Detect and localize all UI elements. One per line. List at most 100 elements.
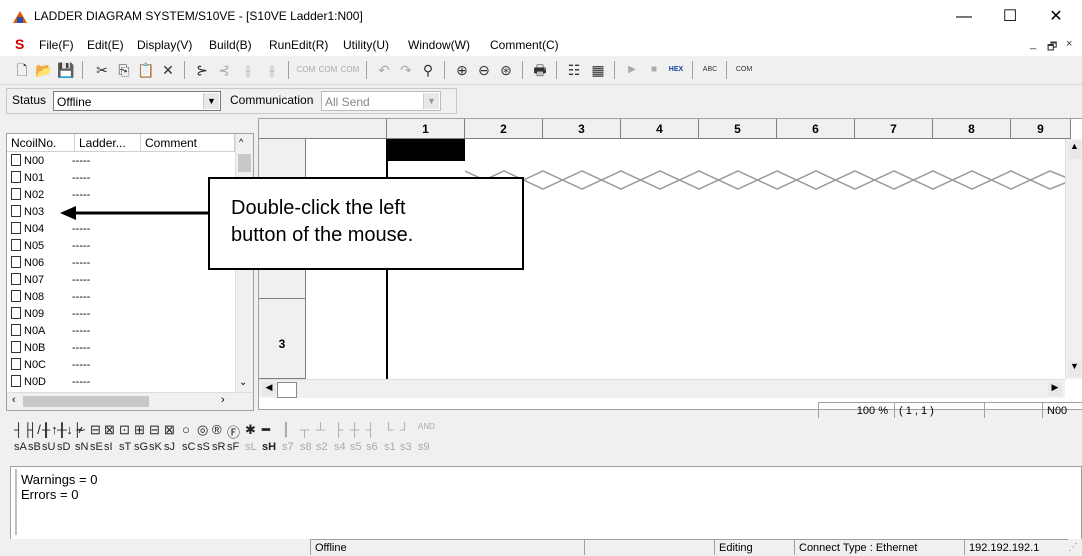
col-header-comment[interactable]: Comment (141, 134, 235, 152)
coil-list-item[interactable]: N00 ----- (11, 154, 90, 169)
mdi-minimize-button[interactable]: _ (1030, 38, 1036, 50)
mdi-system-icon[interactable]: S (15, 36, 24, 52)
chevron-down-icon[interactable]: ▼ (203, 93, 219, 109)
scroll-thumb (277, 382, 297, 398)
palette-symbol-icon[interactable]: ◎ (197, 422, 208, 438)
communication-select[interactable]: All Send ▼ (321, 91, 441, 111)
palette-symbol-icon[interactable]: ✱ (245, 422, 256, 438)
coil-list-item[interactable]: N05 ----- (11, 239, 90, 254)
palette-symbol-icon[interactable]: ⊠ (164, 422, 175, 438)
palette-symbol-icon[interactable]: ⊡ (119, 422, 130, 438)
coil-number: N0B (24, 342, 46, 354)
coil-list-item[interactable]: N06 ----- (11, 256, 90, 271)
hex-icon[interactable]: HEX (666, 60, 686, 80)
calendar-icon[interactable]: ▦ (588, 60, 608, 80)
close-button[interactable]: ✕ (1039, 6, 1073, 28)
ladder-horizontal-scrollbar[interactable]: ◀ ▶ (259, 379, 1065, 398)
rung-number[interactable]: 3 (259, 299, 305, 379)
mdi-restore-button[interactable]: 🗗 (1047, 38, 1057, 57)
coil-list-item[interactable]: N01 ----- (11, 171, 90, 186)
palette-symbol-icon[interactable]: ® (212, 422, 222, 437)
open-folder-icon[interactable]: 📂 (34, 60, 54, 80)
palette-symbol-icon[interactable]: AND (418, 422, 435, 431)
maximize-button[interactable]: ☐ (993, 6, 1027, 28)
palette-shortcut-label: sU (42, 441, 56, 453)
mdi-close-button[interactable]: × (1066, 38, 1072, 50)
coil-tool-icon[interactable]: ⫳ (262, 60, 282, 80)
copy-icon[interactable]: ⎘ (114, 60, 134, 80)
paste-icon[interactable]: 📋 (136, 60, 156, 80)
zoom-out-icon[interactable]: ⊖ (474, 60, 494, 80)
cut-icon[interactable]: ✂ (92, 60, 112, 80)
ladder-vertical-scrollbar[interactable]: ▲ ▼ (1065, 139, 1082, 379)
menu-edit[interactable]: Edit(E) (87, 38, 124, 52)
resize-grip-icon[interactable]: ⋰ (1068, 542, 1078, 553)
com-tool-icon-1[interactable]: COM (296, 60, 316, 80)
palette-symbol-icon[interactable]: ┼ (350, 422, 359, 437)
coil-list-item[interactable]: N02 ----- (11, 188, 90, 203)
run-icon[interactable]: ▶ (622, 60, 642, 80)
coil-list-item[interactable]: N0D ----- (11, 375, 90, 390)
com-icon[interactable]: COM (734, 60, 754, 80)
zoom-in-icon[interactable]: ⊕ (452, 60, 472, 80)
cursor-cell[interactable] (387, 139, 465, 161)
coil-number: N0C (24, 359, 47, 371)
menu-file[interactable]: File(F) (39, 38, 74, 52)
palette-symbol-icon[interactable]: ┤ (366, 422, 375, 437)
menu-build[interactable]: Build(B) (209, 38, 252, 52)
palette-symbol-icon[interactable]: Ⓕ (227, 422, 240, 441)
palette-symbol-icon[interactable]: ┃ (282, 422, 290, 438)
search-replace-icon[interactable]: ⚲ (418, 60, 438, 80)
coil-ladder-status: ----- (72, 325, 91, 337)
print-icon[interactable]: 🖶 (530, 60, 550, 80)
coil-list-item[interactable]: N04 ----- (11, 222, 90, 237)
insert-col-icon[interactable]: ⊰ (214, 60, 234, 80)
menu-window[interactable]: Window(W) (408, 38, 470, 52)
palette-symbol-icon[interactable]: ⊟ (149, 422, 160, 438)
stack-icon[interactable]: ☷ (564, 60, 584, 80)
coil-list-item[interactable]: N07 ----- (11, 273, 90, 288)
save-icon[interactable]: 💾 (56, 60, 76, 80)
minimize-button[interactable]: — (947, 6, 981, 28)
coil-ladder-status: ----- (72, 291, 91, 303)
coil-number: N02 (24, 189, 45, 201)
coil-list-item[interactable]: N08 ----- (11, 290, 90, 305)
col-header-ladder[interactable]: Ladder... (75, 134, 141, 152)
palette-symbol-icon[interactable]: ⊞ (134, 422, 145, 438)
status-select[interactable]: Offline ▼ (53, 91, 221, 111)
warnings-count: Warnings = 0 (21, 472, 98, 487)
palette-symbol-icon[interactable]: ≁ (75, 422, 86, 438)
zoom-fit-icon[interactable]: ⊛ (496, 60, 516, 80)
delete-icon[interactable]: ✕ (158, 60, 178, 80)
column-number: 2 (465, 119, 543, 139)
palette-symbol-icon[interactable]: ├ (334, 422, 343, 437)
coil-list-item[interactable]: N09 ----- (11, 307, 90, 322)
undo-icon[interactable]: ↶ (374, 60, 394, 80)
menu-runedit[interactable]: RunEdit(R) (269, 38, 328, 52)
palette-symbol-icon[interactable]: ┘ (400, 422, 409, 437)
palette-symbol-icon[interactable]: ┴ (316, 422, 325, 437)
stop-icon[interactable]: ■ (644, 60, 664, 80)
coil-list-item[interactable]: N0A ----- (11, 324, 90, 339)
insert-row-icon[interactable]: ⊱ (192, 60, 212, 80)
contact-tool-icon[interactable]: ⫲ (238, 60, 258, 80)
coil-list-item[interactable]: N0B ----- (11, 341, 90, 356)
chevron-down-icon[interactable]: ▼ (423, 93, 439, 109)
palette-symbol-icon[interactable]: └ (384, 422, 393, 437)
palette-symbol-icon[interactable]: ○ (182, 422, 190, 437)
palette-symbol-icon[interactable]: ⊟ (90, 422, 101, 438)
palette-symbol-icon[interactable]: ┬ (300, 422, 309, 437)
list-horizontal-scrollbar[interactable]: ‹ › (7, 392, 253, 410)
com-tool-icon-2[interactable]: COM (318, 60, 338, 80)
redo-icon[interactable]: ↷ (396, 60, 416, 80)
menu-comment[interactable]: Comment(C) (490, 38, 559, 52)
palette-symbol-icon[interactable]: ━ (262, 422, 270, 438)
abc-icon[interactable]: ABC (700, 60, 720, 80)
col-header-ncoil[interactable]: NcoilNo. (7, 134, 75, 152)
menu-display[interactable]: Display(V) (137, 38, 192, 52)
menu-utility[interactable]: Utility(U) (343, 38, 389, 52)
com-tool-icon-3[interactable]: COM (340, 60, 360, 80)
new-file-icon[interactable]: 🗋 (12, 60, 32, 80)
palette-symbol-icon[interactable]: ⊠ (104, 422, 115, 438)
coil-list-item[interactable]: N0C ----- (11, 358, 90, 373)
